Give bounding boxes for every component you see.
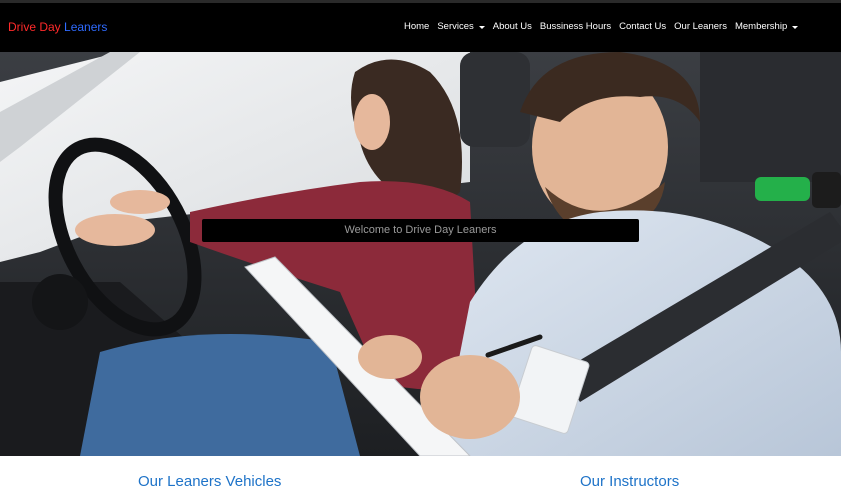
caret-down-icon [792, 25, 799, 29]
hero-banner: Welcome to Drive Day Leaners [0, 52, 841, 456]
nav-membership-label: Membership [734, 21, 788, 32]
instructors-section-title: Our Instructors [580, 473, 680, 488]
brand-logo[interactable]: Drive Day Leaners [8, 20, 107, 34]
nav-services-label: Services [437, 21, 474, 32]
nav-membership[interactable]: Membership [734, 20, 799, 34]
nav-our-leaners[interactable]: Our Leaners [674, 20, 727, 34]
nav-services[interactable]: Services [437, 20, 485, 34]
nav-about-us[interactable]: About Us [493, 20, 532, 34]
nav-business-hours[interactable]: Bussiness Hours [540, 20, 611, 34]
top-navbar: Drive Day Leaners Home Services About Us… [0, 0, 841, 52]
brand-part-1: Drive Day [8, 20, 61, 34]
vehicles-section-title: Our Leaners Vehicles [138, 473, 282, 488]
nav-home-label: Home [404, 21, 430, 32]
nav-our-leaners-label: Our Leaners [674, 21, 727, 32]
welcome-banner: Welcome to Drive Day Leaners [202, 219, 639, 242]
page: Drive Day Leaners Home Services About Us… [0, 0, 841, 488]
main-nav: Home Services About Us Bussiness Hours C… [404, 20, 806, 34]
brand-part-2: Leaners [64, 20, 108, 34]
hero-photo [0, 52, 841, 456]
nav-home[interactable]: Home [404, 20, 429, 34]
nav-contact-us-label: Contact Us [619, 21, 667, 32]
nav-contact-us[interactable]: Contact Us [619, 20, 666, 34]
caret-down-icon [478, 25, 485, 29]
nav-business-hours-label: Bussiness Hours [539, 21, 612, 32]
nav-about-us-label: About Us [492, 21, 532, 32]
